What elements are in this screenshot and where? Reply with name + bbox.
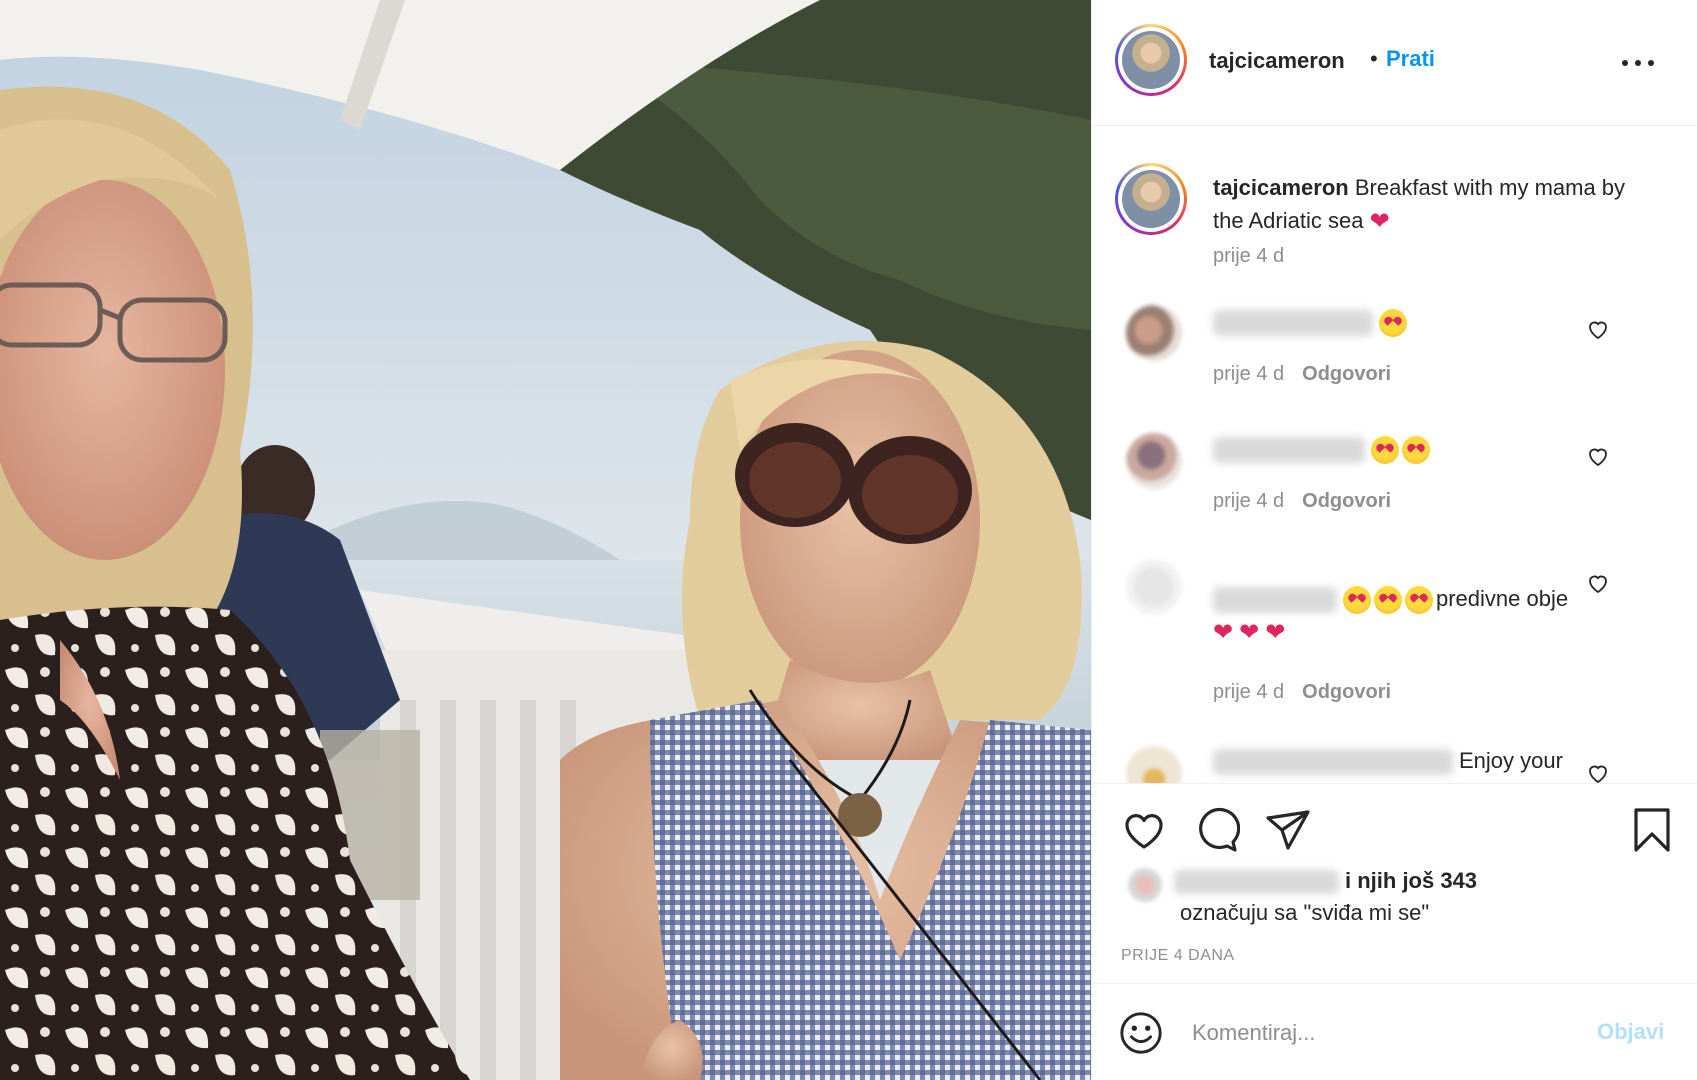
likes-description: označuju sa "sviđa mi se" [1180,900,1430,925]
post-photo[interactable] [0,0,1091,1080]
comment-like-icon[interactable] [1586,317,1610,341]
likes-text[interactable]: i njih još 343 [1174,864,1477,897]
star-struck-emoji [1379,309,1407,338]
header-separator: • [1370,46,1378,71]
photo-illustration [0,0,1091,1080]
likes-count[interactable]: i njih još 343 [1345,868,1477,893]
comment-time: prije 4 d [1213,363,1285,385]
comment-meta: prije 4 d Odgovori [1213,363,1391,386]
like-icon[interactable] [1120,806,1168,854]
emoji-picker-icon[interactable] [1118,1010,1164,1056]
star-struck-emoji [1371,436,1399,465]
blurred-username[interactable] [1213,749,1453,776]
comment-meta: prije 4 d Odgovori [1213,490,1391,513]
share-icon[interactable] [1264,806,1312,854]
reply-button[interactable]: Odgovori [1302,490,1391,512]
caption-avatar[interactable] [1115,163,1187,235]
reply-button[interactable]: Odgovori [1302,363,1391,385]
hearts-emoji: ❤❤❤ [1213,619,1292,647]
star-struck-emoji [1402,436,1430,465]
commenter-avatar[interactable] [1126,433,1182,489]
caption-username[interactable]: tajcicameron [1213,175,1349,200]
comment-like-icon[interactable] [1586,761,1610,783]
blurred-username[interactable] [1213,437,1365,464]
post-timestamp[interactable]: PRIJE 4 DANA [1121,947,1235,965]
post-actions: i njih još 343 označuju sa "sviđa mi se"… [1092,783,1697,983]
post-side-panel: tajcicameron • Prati tajcicameron Breakf… [1091,0,1697,1080]
comment-text: predivne obje ❤❤❤ [1213,582,1573,648]
caption-time: prije 4 d [1213,245,1285,267]
comment-text [1213,305,1613,338]
comment-body: Enjoy your [1459,748,1563,773]
author-avatar[interactable] [1115,24,1187,96]
add-comment-bar: Objavi [1092,983,1697,1080]
liker-avatar[interactable] [1128,868,1162,902]
comment-text: Enjoy your [1213,744,1613,777]
star-struck-emoji [1343,586,1371,615]
heart-emoji: ❤ [1369,208,1390,236]
star-struck-emoji [1405,586,1433,615]
comment-text [1213,432,1613,465]
more-options-icon[interactable] [1618,42,1658,82]
save-bookmark-icon[interactable] [1628,806,1676,854]
comment-icon[interactable] [1192,806,1240,854]
post-header: tajcicameron • Prati [1092,0,1697,126]
comments-list[interactable]: tajcicameron Breakfast with my mama by t… [1092,127,1697,783]
blurred-liker-name[interactable] [1174,870,1339,895]
reply-button[interactable]: Odgovori [1302,681,1391,703]
post-comment-button[interactable]: Objavi [1597,1019,1664,1045]
comment-time: prije 4 d [1213,490,1285,512]
commenter-avatar[interactable] [1126,305,1182,361]
comment-body: predivne obje [1436,586,1569,611]
follow-button[interactable]: Prati [1386,46,1435,72]
comment-meta: prije 4 d Odgovori [1213,681,1391,704]
caption-text: tajcicameron Breakfast with my mama by t… [1213,171,1653,237]
comment-like-icon[interactable] [1586,444,1610,468]
comment-input[interactable] [1192,1012,1562,1054]
blurred-username[interactable] [1213,310,1373,337]
star-struck-emoji [1374,586,1402,615]
commenter-avatar[interactable] [1126,559,1182,615]
commenter-avatar[interactable] [1126,746,1182,783]
comment-time: prije 4 d [1213,681,1285,703]
blurred-username[interactable] [1213,587,1337,614]
author-username[interactable]: tajcicameron [1209,48,1345,74]
comment-like-icon[interactable] [1586,571,1610,595]
